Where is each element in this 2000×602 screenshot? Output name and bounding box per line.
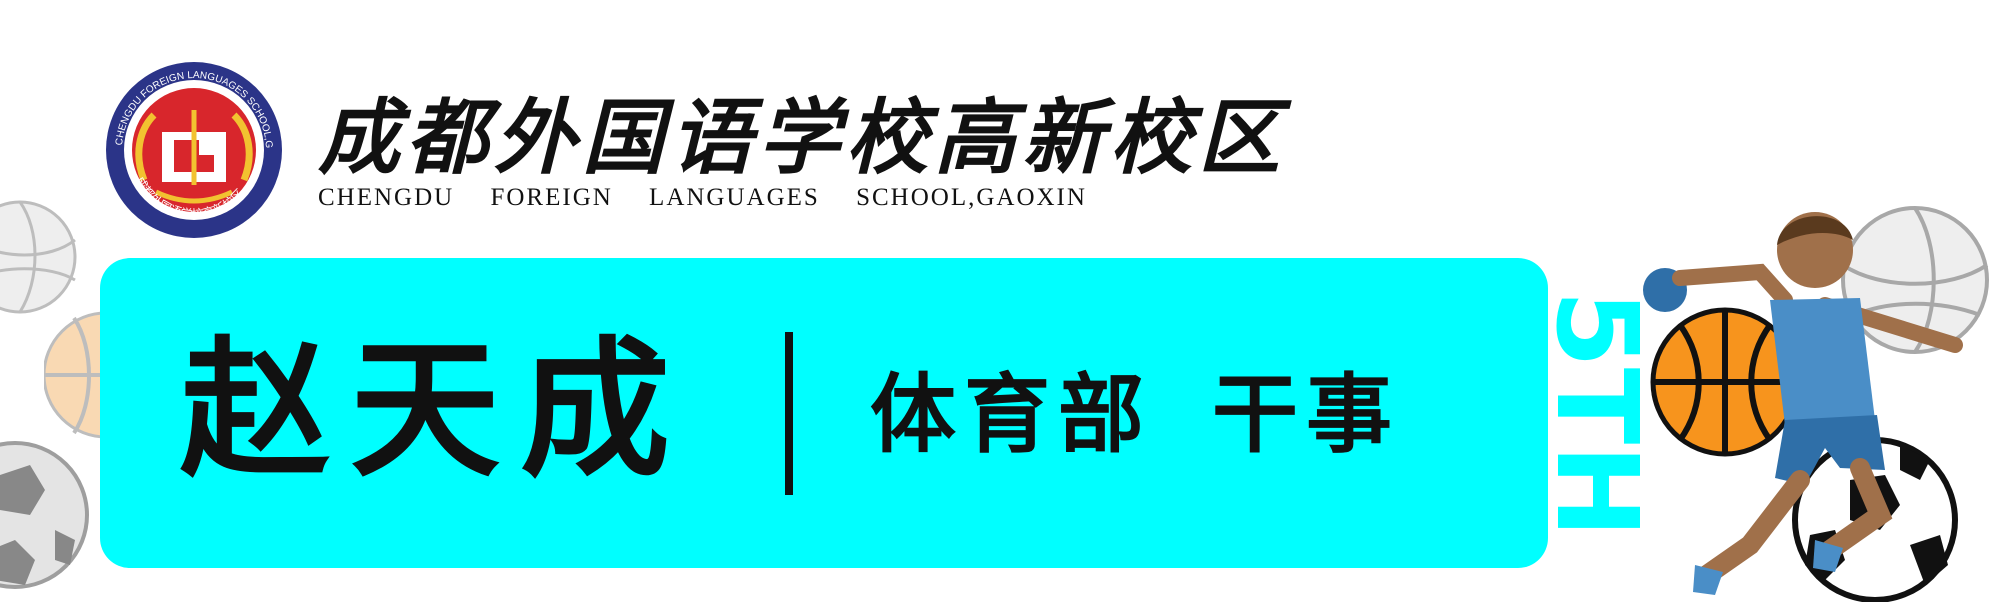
svg-text:5TH: 5TH bbox=[1550, 290, 1640, 538]
position-label: 干事 bbox=[1212, 364, 1400, 465]
department-label: 体育部 bbox=[870, 364, 1152, 465]
person-name: 赵天成 bbox=[180, 322, 691, 498]
handball-player-icon bbox=[1643, 212, 1963, 595]
school-name-cn: 成都外国语学校高新校区 bbox=[318, 90, 1286, 186]
school-logo-icon: CHENGDU FOREIGN LANGUAGES SCHOOL,GAOXIN … bbox=[104, 60, 282, 238]
divider bbox=[785, 332, 793, 495]
soccer-ball-icon bbox=[0, 441, 89, 589]
role-text: 体育部 干事 bbox=[870, 360, 1510, 470]
side-5th-text: 5TH bbox=[1550, 290, 1640, 538]
volleyball-icon bbox=[0, 200, 77, 314]
school-name-en: CHENGDU FOREIGN LANGUAGES SCHOOL,GAOXIN bbox=[318, 184, 1087, 211]
